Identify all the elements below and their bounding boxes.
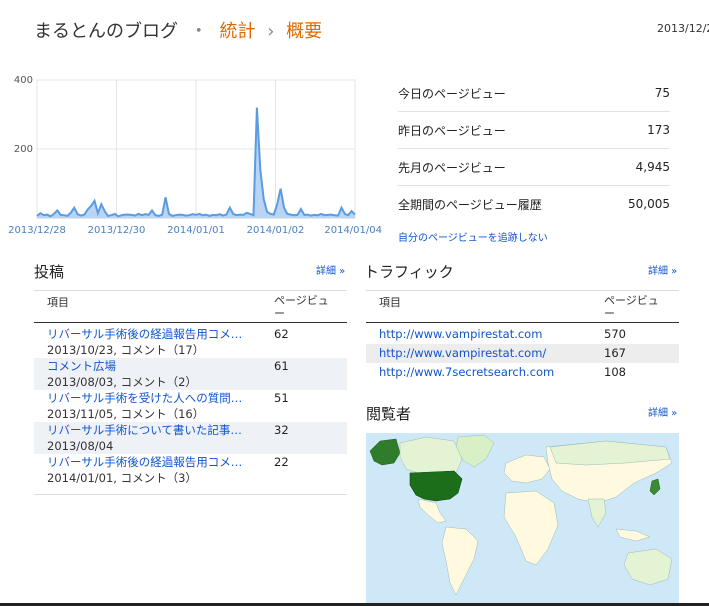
map-india [587, 498, 607, 528]
traffic-pageviews: 570 [604, 327, 626, 341]
chart-x-tick-label: 2013/12/30 [88, 225, 146, 236]
chart-x-tick-label: 2014/01/04 [324, 225, 382, 236]
posts-table-header: 項目 ページビュー [34, 291, 347, 323]
crumb-stats[interactable]: 統計 [219, 21, 255, 42]
traffic-table: 項目 ページビュー http://www.vampirestat.com 570… [366, 290, 679, 382]
stat-row-yesterday: 昨日のページビュー 173 [398, 112, 670, 149]
stat-value: 4,945 [635, 160, 670, 174]
post-row: リバーサル手術後の経過報告用コメ… 2013/10/23, コメント（17） 62 [34, 323, 347, 358]
pageview-chart[interactable]: 400200 2013/12/28 2013/12/30 2014/01/01 201… [0, 66, 385, 238]
chart-x-labels: 2013/12/28 2013/12/30 2014/01/01 2014/01/02… [8, 225, 382, 236]
post-title-link[interactable]: リバーサル手術について書いた記事… [47, 422, 262, 438]
map-indonesia [615, 528, 651, 542]
traffic-row: http://www.vampirestat.com 570 [366, 325, 679, 344]
post-row: リバーサル手術について書いた記事… 2013/08/04 32 [34, 422, 347, 454]
col-item: 項目 [47, 296, 69, 309]
post-meta: 2014/01/01, コメント（3） [47, 471, 197, 485]
traffic-detail-link[interactable]: 詳細 » [648, 262, 677, 277]
audience-detail-link[interactable]: 詳細 » [648, 404, 677, 419]
chart-x-tick-label: 2013/12/28 [8, 225, 66, 236]
traffic-title: トラフィック [364, 263, 454, 281]
posts-table-bottom-rule [34, 494, 347, 495]
map-usa [409, 470, 463, 502]
map-europe [503, 454, 551, 484]
post-pageviews: 51 [274, 391, 289, 405]
chart-x-tick-label: 2014/01/01 [167, 225, 225, 236]
stat-label: 全期間のページビュー履歴 [398, 197, 542, 212]
breadcrumb: まるとんのブログ ・ 統計 › 概要 [34, 17, 322, 43]
map-south-america [441, 526, 479, 596]
traffic-table-header: 項目 ページビュー [366, 291, 679, 323]
breadcrumb-separator: ・ [189, 21, 208, 42]
post-pageviews: 62 [274, 327, 289, 341]
posts-table: 項目 ページビュー リバーサル手術後の経過報告用コメ… 2013/10/23, コ… [34, 290, 347, 495]
post-title-link[interactable]: コメント広場 [47, 358, 262, 374]
post-title-link[interactable]: リバーサル手術を受けた人への質問… [47, 390, 262, 406]
map-mexico [417, 498, 447, 524]
post-meta: 2013/10/23, コメント（17） [47, 343, 205, 357]
col-pageviews: ページビュー [274, 294, 329, 320]
map-japan [649, 478, 661, 496]
post-pageviews: 61 [274, 359, 289, 373]
map-africa [503, 490, 559, 566]
map-greenland [455, 434, 495, 468]
world-map[interactable] [366, 433, 679, 606]
stat-value: 75 [654, 86, 670, 100]
world-map-svg [369, 434, 673, 596]
map-australia [623, 548, 673, 586]
blog-name[interactable]: まるとんのブログ [34, 21, 178, 42]
audience-title: 閲覧者 [366, 405, 412, 423]
pageview-stats: 今日のページビュー 75 昨日のページビュー 173 先月のページビュー 4,9… [398, 75, 670, 222]
post-meta: 2013/08/04 [47, 439, 114, 453]
col-pageviews: ページビュー [604, 294, 659, 320]
dont-track-link[interactable]: 自分のページビューを追跡しない [398, 229, 548, 244]
col-item: 項目 [379, 296, 401, 309]
post-row: コメント広場 2013/08/03, コメント（2） 61 [34, 358, 347, 390]
header-date: 2013/12/28 [657, 22, 709, 35]
traffic-row: http://www.vampirestat.com/ 167 [366, 344, 679, 363]
post-meta: 2013/11/05, コメント（16） [47, 407, 205, 421]
traffic-pageviews: 167 [604, 346, 626, 360]
stat-row-today: 今日のページビュー 75 [398, 75, 670, 112]
traffic-row: http://www.7secretsearch.com 108 [366, 363, 679, 382]
chart-y-labels: 400 200 [14, 75, 33, 155]
stat-row-all-time: 全期間のページビュー履歴 50,005 [398, 186, 670, 222]
post-pageviews: 22 [274, 455, 289, 469]
chart-y-tick-label: 200 [14, 144, 33, 155]
post-row: リバーサル手術を受けた人への質問… 2013/11/05, コメント（16） 51 [34, 390, 347, 422]
traffic-url-link[interactable]: http://www.vampirestat.com/ [379, 346, 546, 360]
post-row: リバーサル手術後の経過報告用コメ… 2014/01/01, コメント（3） 22 [34, 454, 347, 486]
stat-label: 先月のページビュー [398, 160, 506, 175]
map-alaska [369, 438, 401, 466]
traffic-pageviews: 108 [604, 365, 626, 379]
stat-label: 昨日のページビュー [398, 123, 506, 138]
stat-value: 173 [647, 123, 670, 137]
chart-grid [36, 79, 356, 219]
stat-value: 50,005 [628, 197, 670, 211]
map-canada [399, 436, 463, 476]
stat-row-last-month: 先月のページビュー 4,945 [398, 149, 670, 186]
posts-title: 投稿 [34, 263, 65, 281]
posts-detail-link[interactable]: 詳細 » [316, 262, 345, 277]
chart-y-tick-label: 400 [14, 75, 33, 86]
traffic-url-link[interactable]: http://www.7secretsearch.com [379, 365, 554, 379]
post-title-link[interactable]: リバーサル手術後の経過報告用コメ… [47, 454, 262, 470]
traffic-url-link[interactable]: http://www.vampirestat.com [379, 327, 542, 341]
chevron-right-icon: › [267, 21, 275, 42]
post-meta: 2013/08/03, コメント（2） [47, 375, 197, 389]
post-pageviews: 32 [274, 423, 289, 437]
post-title-link[interactable]: リバーサル手術後の経過報告用コメ… [47, 326, 262, 342]
page-title: 概要 [286, 21, 323, 42]
stat-label: 今日のページビュー [398, 86, 506, 101]
chart-x-tick-label: 2014/01/02 [247, 225, 305, 236]
